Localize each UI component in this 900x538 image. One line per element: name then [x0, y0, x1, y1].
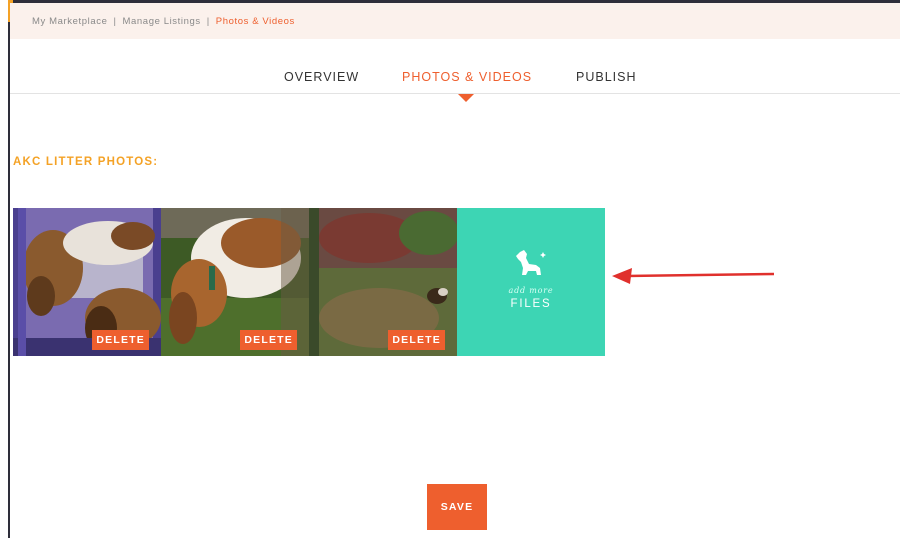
- photo-tile[interactable]: DELETE: [13, 208, 161, 356]
- section-title: AKC LITTER PHOTOS:: [13, 156, 159, 168]
- delete-button[interactable]: DELETE: [388, 330, 445, 350]
- delete-button[interactable]: DELETE: [92, 330, 149, 350]
- tab-photos-videos[interactable]: PHOTOS & VIDEOS: [402, 70, 532, 84]
- active-tab-caret: [458, 94, 474, 102]
- tab-publish[interactable]: PUBLISH: [576, 70, 637, 84]
- files-label: FILES: [510, 298, 552, 310]
- delete-button[interactable]: DELETE: [240, 330, 297, 350]
- add-more-caption: add more: [508, 286, 554, 295]
- breadcrumb-separator: |: [113, 15, 117, 27]
- breadcrumb-my-marketplace[interactable]: My Marketplace: [32, 16, 107, 27]
- tab-bar: OVERVIEW PHOTOS & VIDEOS PUBLISH: [10, 62, 900, 102]
- dog-icon: [516, 250, 546, 275]
- red-arrow-annotation: [612, 268, 775, 284]
- breadcrumb-manage-listings[interactable]: Manage Listings: [123, 16, 201, 27]
- save-button[interactable]: SAVE: [427, 484, 487, 530]
- breadcrumb: My Marketplace | Manage Listings | Photo…: [10, 3, 900, 39]
- tab-overview[interactable]: OVERVIEW: [284, 70, 359, 84]
- photo-gallery: DELETE DELETE DELETE add more FILES: [13, 208, 605, 356]
- photo-tile[interactable]: DELETE: [161, 208, 309, 356]
- add-files-button[interactable]: add more FILES: [457, 208, 605, 356]
- breadcrumb-separator: |: [206, 15, 210, 27]
- breadcrumb-photos-videos[interactable]: Photos & Videos: [216, 16, 295, 27]
- photo-tile[interactable]: DELETE: [309, 208, 457, 356]
